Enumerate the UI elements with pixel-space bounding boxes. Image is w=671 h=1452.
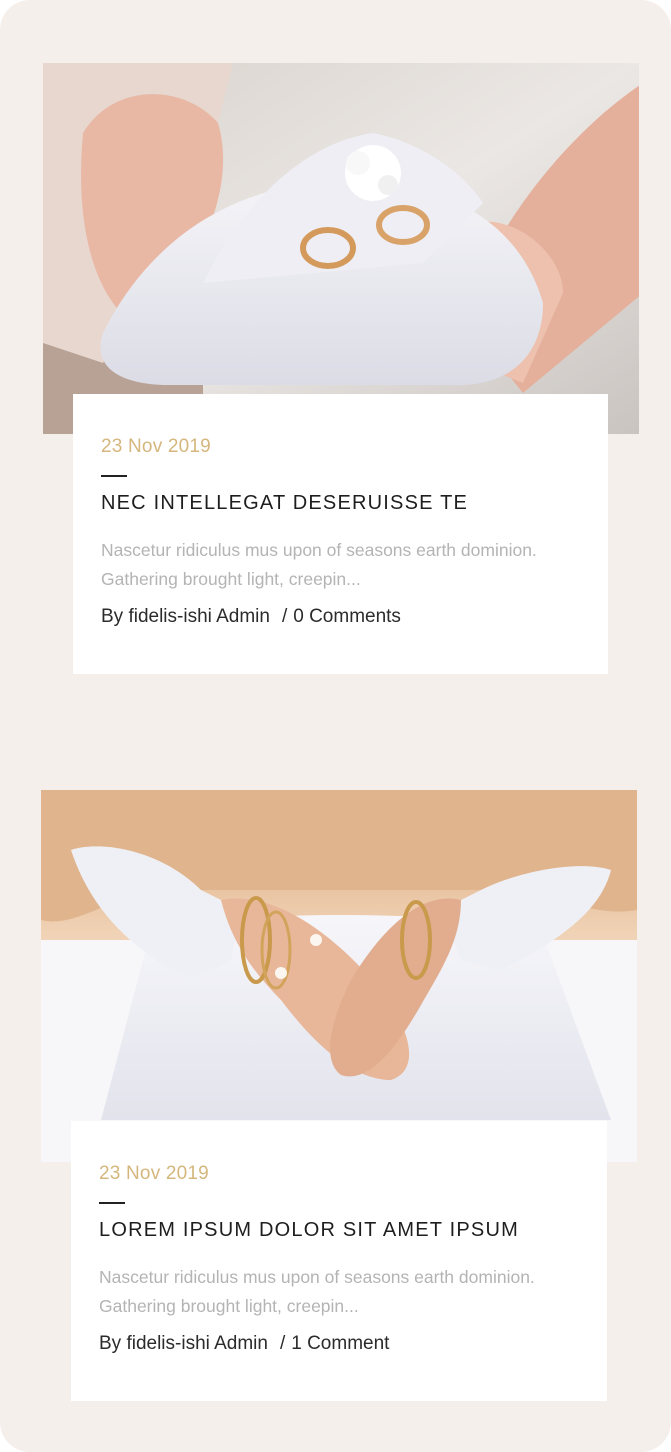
date-divider	[99, 1202, 125, 1204]
post-title[interactable]: NEC INTELLEGAT DESERUISSE TE	[101, 492, 468, 515]
post-meta: By fidelis-ishi Admin /1 Comment	[99, 1333, 389, 1355]
author-link[interactable]: By fidelis-ishi Admin	[101, 606, 270, 627]
author-link[interactable]: By fidelis-ishi Admin	[99, 1333, 268, 1354]
date-divider	[101, 475, 127, 477]
post-card: 23 Nov 2019 LOREM IPSUM DOLOR SIT AMET I…	[71, 1121, 607, 1401]
post-excerpt: Nascetur ridiculus mus upon of seasons e…	[101, 540, 537, 589]
comments-link[interactable]: 0 Comments	[293, 606, 401, 627]
blog-list-frame: 23 Nov 2019 NEC INTELLEGAT DESERUISSE TE…	[0, 0, 671, 1452]
post-meta: By fidelis-ishi Admin /0 Comments	[101, 606, 401, 628]
comments-link[interactable]: 1 Comment	[291, 1333, 389, 1354]
meta-separator: /	[279, 1333, 286, 1354]
post-card: 23 Nov 2019 NEC INTELLEGAT DESERUISSE TE…	[73, 394, 608, 674]
post-image-bracelets[interactable]	[41, 790, 637, 1162]
post-excerpt: Nascetur ridiculus mus upon of seasons e…	[99, 1267, 535, 1316]
post-image-rings[interactable]	[43, 63, 639, 434]
meta-separator: /	[281, 606, 288, 627]
post-title[interactable]: LOREM IPSUM DOLOR SIT AMET IPSUM	[99, 1219, 519, 1242]
post-date: 23 Nov 2019	[101, 436, 211, 457]
post-date: 23 Nov 2019	[99, 1163, 209, 1184]
